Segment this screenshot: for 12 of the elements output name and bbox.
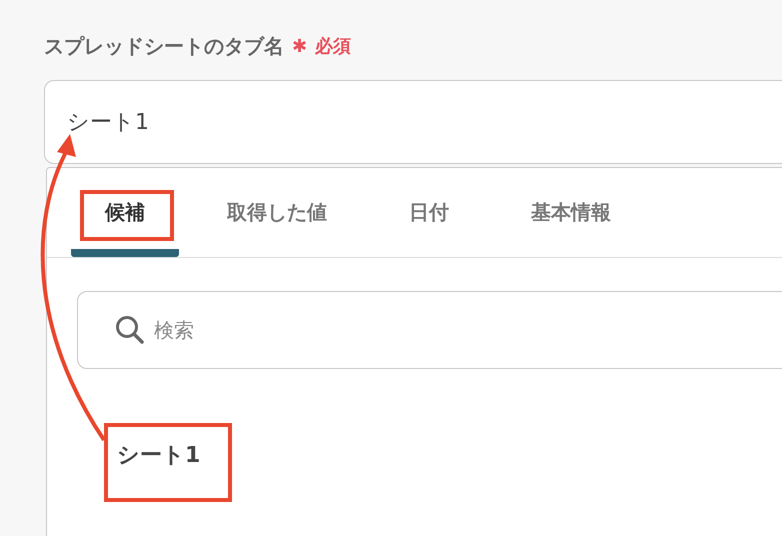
search-placeholder: 検索 (154, 317, 194, 344)
tab[interactable]: 基本情報 (497, 197, 645, 257)
option-item[interactable]: シート1 (117, 439, 200, 472)
required-text: 必須 (315, 34, 352, 58)
search-icon (114, 314, 146, 346)
tab[interactable]: 候補 (71, 197, 179, 257)
search-field[interactable]: 検索 (77, 291, 782, 369)
tab[interactable]: 日付 (375, 197, 483, 257)
input-field[interactable]: シート1 (44, 80, 782, 164)
field-label: スプレッドシートのタブ名 (44, 33, 284, 60)
required-mark: ✱ (292, 34, 308, 58)
tab[interactable]: 取得した値 (193, 197, 361, 257)
